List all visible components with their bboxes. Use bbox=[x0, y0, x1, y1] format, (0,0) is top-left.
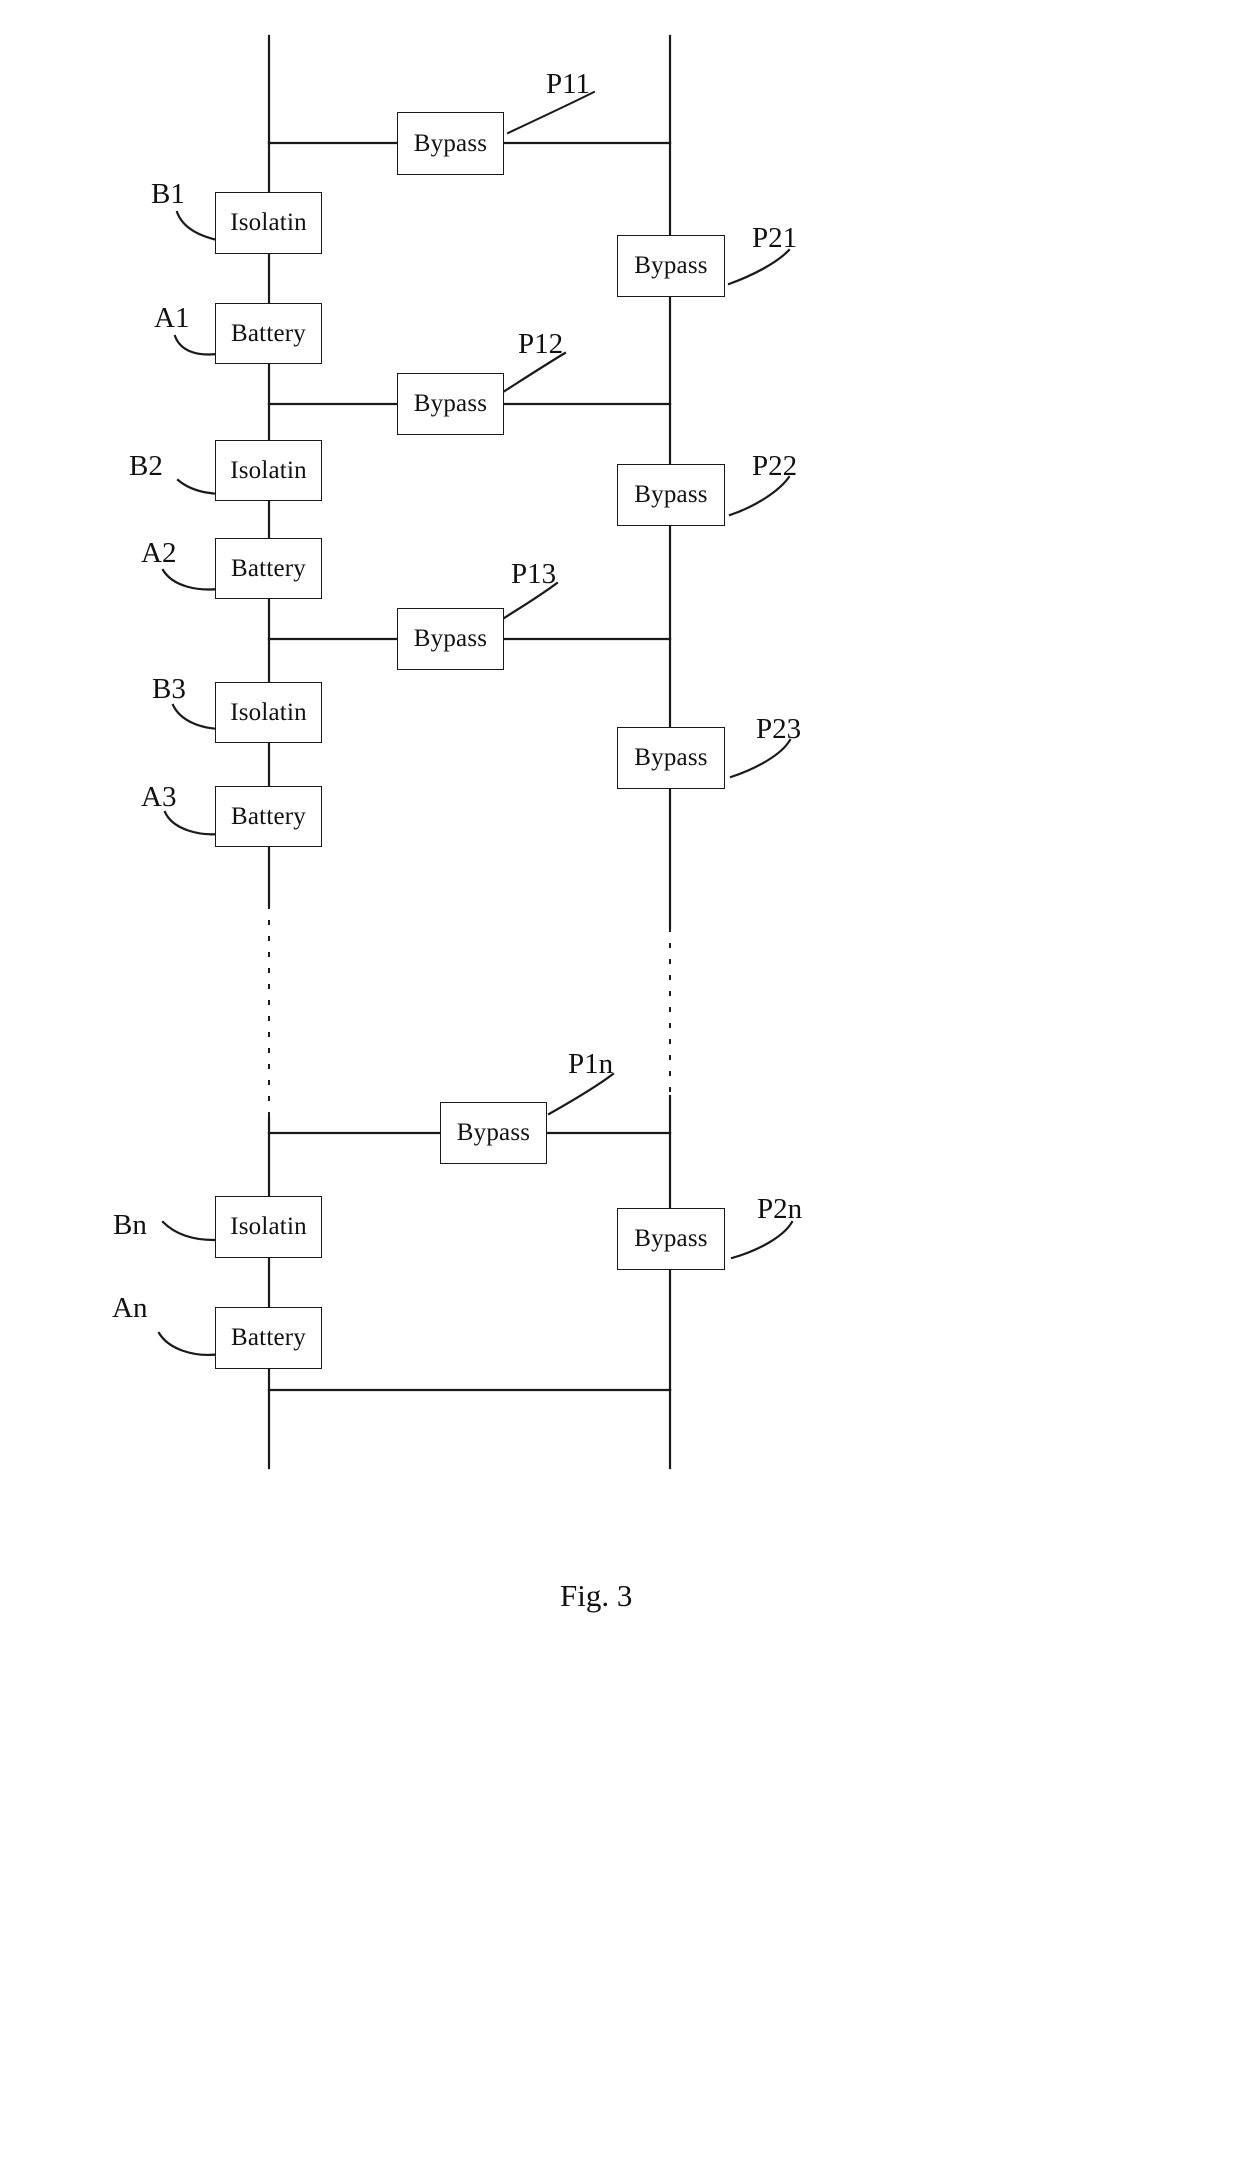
isolation-block-b3[interactable]: Isolatin bbox=[215, 682, 322, 743]
battery-block-a1[interactable]: Battery bbox=[215, 303, 322, 364]
reference-label-p22: P22 bbox=[752, 450, 798, 482]
isolation-block-b1[interactable]: Isolatin bbox=[215, 192, 322, 254]
isolation-block-bn[interactable]: Isolatin bbox=[215, 1196, 322, 1258]
bypass-block-p13[interactable]: Bypass bbox=[397, 608, 504, 670]
reference-label-a1: A1 bbox=[154, 302, 190, 334]
reference-label-p1n: P1n bbox=[568, 1048, 614, 1080]
battery-block-a2[interactable]: Battery bbox=[215, 538, 322, 599]
reference-label-an: An bbox=[112, 1292, 148, 1324]
bypass-block-p11[interactable]: Bypass bbox=[397, 112, 504, 175]
bypass-block-p12[interactable]: Bypass bbox=[397, 373, 504, 435]
reference-label-b2: B2 bbox=[129, 450, 163, 482]
reference-label-p12: P12 bbox=[518, 328, 564, 360]
reference-label-b3: B3 bbox=[152, 673, 186, 705]
bypass-block-p1n[interactable]: Bypass bbox=[440, 1102, 547, 1164]
reference-label-p11: P11 bbox=[546, 68, 591, 100]
bypass-block-p22[interactable]: Bypass bbox=[617, 464, 725, 526]
reference-label-b1: B1 bbox=[151, 178, 185, 210]
reference-label-p21: P21 bbox=[752, 222, 798, 254]
figure-caption: Fig. 3 bbox=[560, 1578, 633, 1613]
reference-label-bn: Bn bbox=[113, 1209, 147, 1241]
bypass-block-p23[interactable]: Bypass bbox=[617, 727, 725, 789]
figure-page: Bypass Isolatin Battery Bypass Bypass Is… bbox=[0, 0, 1240, 2164]
reference-label-p13: P13 bbox=[511, 558, 557, 590]
reference-label-p2n: P2n bbox=[757, 1193, 803, 1225]
reference-label-a2: A2 bbox=[141, 537, 177, 569]
battery-block-a3[interactable]: Battery bbox=[215, 786, 322, 847]
reference-label-p23: P23 bbox=[756, 713, 802, 745]
reference-label-a3: A3 bbox=[141, 781, 177, 813]
bypass-block-p2n[interactable]: Bypass bbox=[617, 1208, 725, 1270]
battery-block-an[interactable]: Battery bbox=[215, 1307, 322, 1369]
isolation-block-b2[interactable]: Isolatin bbox=[215, 440, 322, 501]
bypass-block-p21[interactable]: Bypass bbox=[617, 235, 725, 297]
